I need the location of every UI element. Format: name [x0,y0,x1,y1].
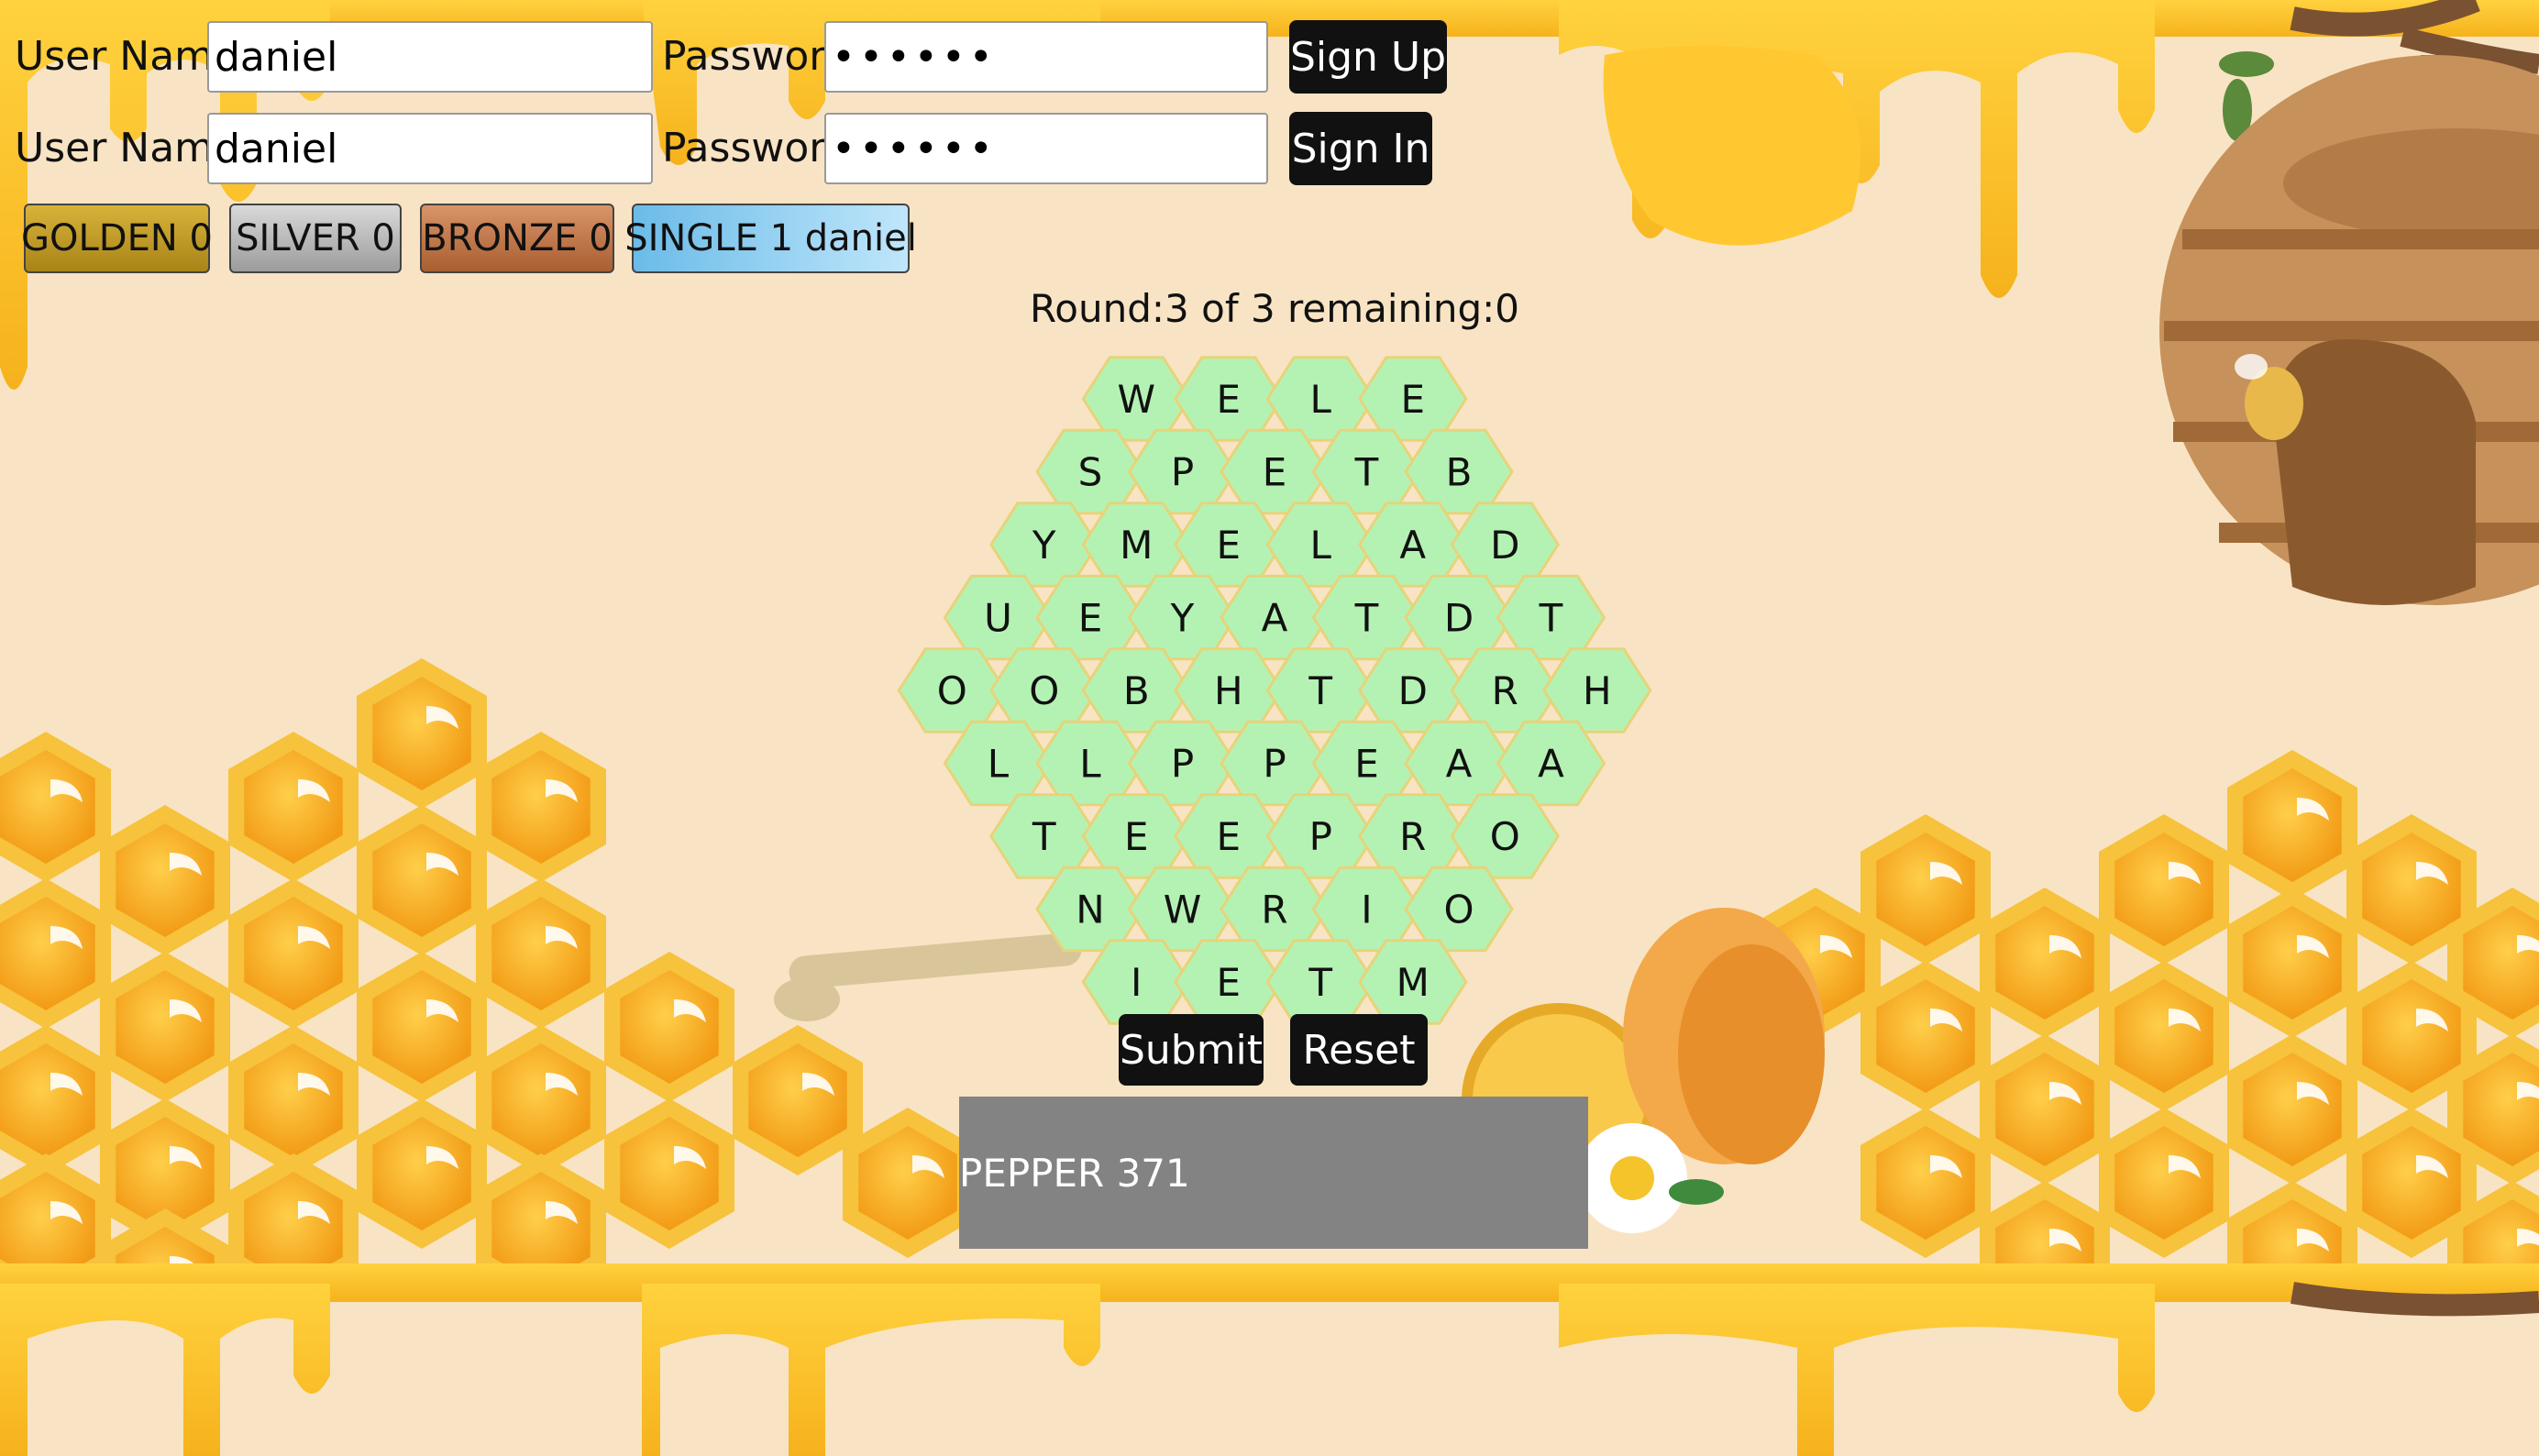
result-text: PEPPER 371 [959,1150,1190,1196]
sign-in-button[interactable]: Sign In [1289,112,1432,185]
single-medal: SINGLE 1 daniel [624,204,917,273]
golden-medal: GOLDEN 0 [21,204,213,273]
medal-bar: GOLDEN 0 SILVER 0 BRONZE 0 SINGLE 1 dani… [0,0,917,284]
round-status: Round:3 of 3 remaining:0 [1030,286,1519,331]
bottom-honey-band [0,1263,2539,1456]
submit-button[interactable]: Submit [1119,1014,1264,1086]
sign-up-button[interactable]: Sign Up [1289,20,1447,94]
reset-button[interactable]: Reset [1290,1014,1428,1086]
bronze-medal: BRONZE 0 [420,204,614,273]
silver-medal: SILVER 0 [229,204,402,273]
result-box: PEPPER 371 [959,1097,1588,1249]
